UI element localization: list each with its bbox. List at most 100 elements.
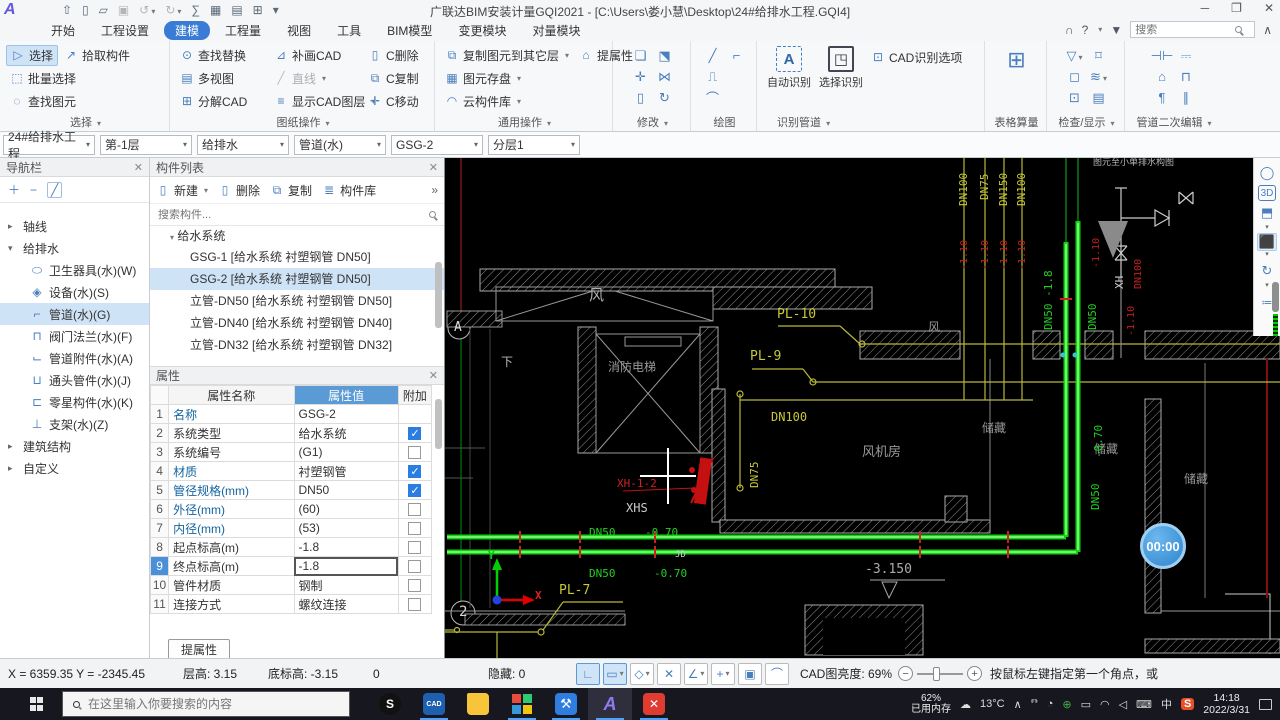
- skin-icon[interactable]: ▼: [1110, 23, 1122, 37]
- property-checkbox[interactable]: [408, 541, 422, 555]
- microphone-icon[interactable]: ⱅ: [1031, 698, 1038, 711]
- menu-tab-BIM模型[interactable]: BIM模型: [376, 21, 443, 40]
- modify-move-icon[interactable]: ✛: [635, 69, 646, 85]
- recording-timer-badge[interactable]: 00:00: [1140, 523, 1186, 569]
- explode-cad-button[interactable]: ⊞ 分解CAD: [176, 92, 268, 111]
- property-row-外径(mm)[interactable]: 6 外径(mm) (60): [150, 499, 433, 519]
- redraw-cad-button[interactable]: ⊿ 补画CAD: [270, 46, 362, 65]
- pipe-merge-icon[interactable]: ⊓: [1181, 69, 1191, 85]
- modify-rotate-icon[interactable]: ↻: [659, 90, 670, 106]
- ime-indicator[interactable]: 中: [1161, 696, 1172, 712]
- property-row-内径(mm)[interactable]: 7 内径(mm) (53): [150, 518, 433, 538]
- nav-collapse-icon[interactable]: −: [30, 183, 37, 197]
- restore-button[interactable]: ❐: [1231, 1, 1242, 15]
- c-move-button[interactable]: ✛ C移动: [364, 92, 423, 111]
- weather-icon[interactable]: ☁: [960, 698, 971, 711]
- properties-close-icon[interactable]: ✕: [429, 369, 438, 382]
- property-row-系统类型[interactable]: 2 系统类型 给水系统 ✓: [150, 423, 433, 443]
- property-row-终点标高(m)[interactable]: 9 终点标高(m) -1.8: [150, 556, 433, 576]
- property-row-起点标高(m)[interactable]: 8 起点标高(m) -1.8: [150, 537, 433, 557]
- property-value-field[interactable]: (53): [293, 518, 399, 538]
- publish-icon[interactable]: ⇧: [62, 3, 72, 17]
- property-row-系统编号[interactable]: 3 系统编号 (G1): [150, 442, 433, 462]
- taskbar-app-music[interactable]: S: [368, 688, 412, 720]
- component-search-box[interactable]: [150, 204, 444, 226]
- sidebar-item-管道附件(水)(A)[interactable]: ⌙ 管道附件(水)(A): [0, 347, 149, 369]
- battery-icon[interactable]: ▭: [1081, 698, 1091, 711]
- menu-tab-工程设置[interactable]: 工程设置: [90, 21, 160, 40]
- property-value-field[interactable]: 螺纹连接: [293, 594, 399, 614]
- show-cad-layer-button[interactable]: ≡ 显示CAD图层 ▾: [270, 92, 375, 111]
- group-label-identify[interactable]: 识别管道 ▾: [763, 114, 980, 131]
- taskbar-clock[interactable]: 14:18 2022/3/31: [1203, 692, 1250, 716]
- rotate-caret-icon[interactable]: ▾: [1265, 282, 1269, 290]
- check-model-icon[interactable]: ⌑: [1095, 48, 1102, 64]
- context-combo-4[interactable]: GSG-2 ▾: [391, 134, 483, 155]
- help-icon[interactable]: ?: [1082, 23, 1089, 37]
- property-row-管件材质[interactable]: 10 管件材质 钢制: [150, 575, 433, 595]
- taskbar-search-box[interactable]: [62, 691, 350, 717]
- new-file-icon[interactable]: ▯: [82, 3, 89, 17]
- menu-tab-建模[interactable]: 建模: [164, 21, 211, 40]
- modify-mirror-icon[interactable]: ⋈: [658, 69, 671, 85]
- cross-button[interactable]: ✕: [657, 662, 681, 685]
- collapse-ribbon-icon[interactable]: ∧: [1263, 23, 1272, 37]
- ortho-toggle-button[interactable]: ∟: [576, 662, 600, 685]
- check-region-icon[interactable]: ◻: [1069, 69, 1080, 85]
- wifi-icon[interactable]: ◠: [1100, 698, 1110, 711]
- minimize-button[interactable]: ─: [1201, 1, 1210, 15]
- new-component-button[interactable]: ▯ 新建 ▾: [156, 182, 208, 199]
- sidebar-item-阀门法兰(水)(F)[interactable]: ⊓ 阀门法兰(水)(F): [0, 325, 149, 347]
- sidebar-item-给排水[interactable]: ▾ 给排水: [0, 237, 149, 259]
- sidebar-item-零星构件(水)(K)[interactable]: ⊏ 零星构件(水)(K): [0, 391, 149, 413]
- property-checkbox[interactable]: [408, 503, 422, 517]
- taskbar-app-glodon-tool[interactable]: ⚒: [544, 688, 588, 720]
- cad-canvas[interactable]: A 2 下风消防电梯 PL-10 PL-9 风 DN100 风机房 储藏 储藏 储藏 XH-1-2 XH…: [445, 158, 1280, 658]
- component-scrollbar[interactable]: [435, 262, 442, 328]
- nav-edit-icon[interactable]: ╱: [47, 181, 63, 198]
- measure-icon[interactable]: ▤: [1092, 90, 1104, 106]
- sidebar-item-管道(水)(G)[interactable]: ⌐ 管道(水)(G): [0, 303, 149, 325]
- grid-icon[interactable]: ▦: [210, 3, 221, 17]
- select-identify-button[interactable]: ◳ 选择识别: [815, 43, 867, 114]
- ribbon-search-input[interactable]: [1135, 23, 1236, 36]
- group-label-sheet-ops[interactable]: 图纸操作 ▾: [176, 114, 430, 131]
- modify-copy-icon[interactable]: ❏: [635, 48, 647, 64]
- menu-tab-开始[interactable]: 开始: [40, 21, 86, 40]
- view-icon[interactable]: ▤: [231, 3, 242, 17]
- sogou-icon[interactable]: S: [1180, 698, 1195, 710]
- property-row-材质[interactable]: 4 材质 衬塑钢管 ✓: [150, 461, 433, 481]
- qat-more-icon[interactable]: ▾: [273, 3, 279, 17]
- component-group[interactable]: ▾ 给水系统: [150, 226, 444, 246]
- save-element-button[interactable]: ▦ 图元存盘 ▾: [441, 69, 525, 88]
- pick-component-button[interactable]: ↗ 拾取构件: [60, 46, 134, 65]
- modify-delete-icon[interactable]: ▯: [637, 90, 644, 106]
- modify-stretch-icon[interactable]: ⬔: [658, 48, 670, 64]
- window-icon[interactable]: ⊞: [253, 3, 263, 17]
- menu-tab-对量模块[interactable]: 对量模块: [521, 21, 591, 40]
- component-library-button[interactable]: ≣ 构件库: [322, 182, 376, 199]
- redo-icon[interactable]: ↻ ▾: [165, 3, 181, 17]
- line-button[interactable]: ╱ 直线 ▾: [270, 69, 362, 88]
- context-combo-5[interactable]: 分层1 ▾: [488, 134, 580, 155]
- group-label-pipe-edit[interactable]: 管道二次编辑 ▾: [1131, 114, 1217, 131]
- property-value-field[interactable]: 给水系统: [293, 423, 399, 443]
- brightness-increase-button[interactable]: +: [967, 666, 983, 681]
- view-list-icon[interactable]: ≔: [1262, 291, 1273, 313]
- group-label-common-ops[interactable]: 通用操作 ▾: [441, 114, 608, 131]
- ribbon-search-box[interactable]: [1130, 21, 1256, 38]
- property-checkbox[interactable]: [408, 446, 422, 460]
- property-value-field[interactable]: (G1): [293, 442, 399, 462]
- notification-center-icon[interactable]: [1259, 698, 1272, 710]
- table-calc-icon[interactable]: ⊞: [1007, 47, 1025, 114]
- antivirus-icon[interactable]: ⊕: [1062, 698, 1071, 711]
- property-checkbox[interactable]: [408, 598, 422, 612]
- brightness-slider[interactable]: [917, 666, 964, 681]
- draw-line-icon[interactable]: ╱: [709, 48, 717, 64]
- headset-icon[interactable]: ∩: [1065, 23, 1074, 37]
- property-row-管径规格(mm)[interactable]: 5 管径规格(mm) DN50 ✓: [150, 480, 433, 500]
- open-file-icon[interactable]: ▱: [99, 3, 108, 17]
- multi-view-button[interactable]: ▤ 多视图: [176, 69, 268, 88]
- component-list-item[interactable]: 立管-DN50 [给水系统 衬塑钢管 DN50]: [150, 290, 444, 312]
- copy-component-button[interactable]: ⧉ 复制: [270, 182, 312, 199]
